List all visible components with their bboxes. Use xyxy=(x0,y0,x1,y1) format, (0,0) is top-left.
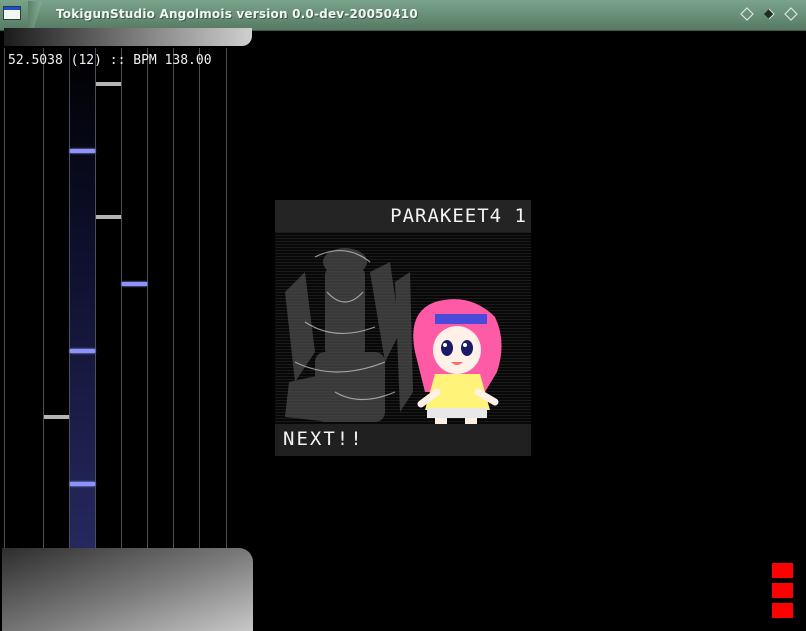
lane-divider xyxy=(199,48,200,548)
note-white xyxy=(44,415,69,419)
next-song-card: PARAKEET4 1 NEXT!! xyxy=(275,200,531,456)
maximize-icon[interactable] xyxy=(761,6,777,22)
note-blue xyxy=(70,349,95,353)
title-bar-tab-decoration xyxy=(28,1,42,29)
lane-divider xyxy=(43,48,44,548)
lane-divider xyxy=(69,48,70,548)
note-playfield xyxy=(4,48,228,548)
title-bar[interactable]: TokigunStudio Angolmois version 0.0-dev-… xyxy=(0,0,806,31)
window-icon[interactable] xyxy=(3,6,21,20)
measure-value: (12) xyxy=(70,53,102,68)
next-label: NEXT!! xyxy=(283,428,364,450)
lane-divider xyxy=(173,48,174,548)
red-indicator xyxy=(772,563,793,578)
bpm-label: BPM xyxy=(133,53,157,68)
note-blue xyxy=(122,282,147,286)
playfield-bottom-panel xyxy=(2,548,253,631)
close-icon[interactable] xyxy=(783,6,799,22)
song-title: PARAKEET4 1 xyxy=(390,205,527,227)
playfield-top-panel xyxy=(4,28,252,46)
lane-divider xyxy=(95,48,96,548)
note-white xyxy=(96,215,121,219)
note-blue xyxy=(70,149,95,153)
position-bpm-readout: 52.5038 (12) :: BPM 138.00 xyxy=(8,53,212,68)
bpm-value: 138.00 xyxy=(164,53,212,68)
position-value: 52.5038 xyxy=(8,53,63,68)
note-white xyxy=(96,82,121,86)
active-lane-glow xyxy=(70,48,95,548)
song-artwork xyxy=(285,248,502,452)
red-indicator xyxy=(772,603,793,618)
minimize-icon[interactable] xyxy=(739,6,755,22)
window-title: TokigunStudio Angolmois version 0.0-dev-… xyxy=(56,7,418,21)
lane-divider xyxy=(121,48,122,548)
lane-divider xyxy=(4,48,5,548)
note-blue xyxy=(70,482,95,486)
lane-divider xyxy=(147,48,148,548)
separator: :: xyxy=(109,53,126,68)
lane-divider xyxy=(226,48,227,548)
red-indicator xyxy=(772,583,793,598)
